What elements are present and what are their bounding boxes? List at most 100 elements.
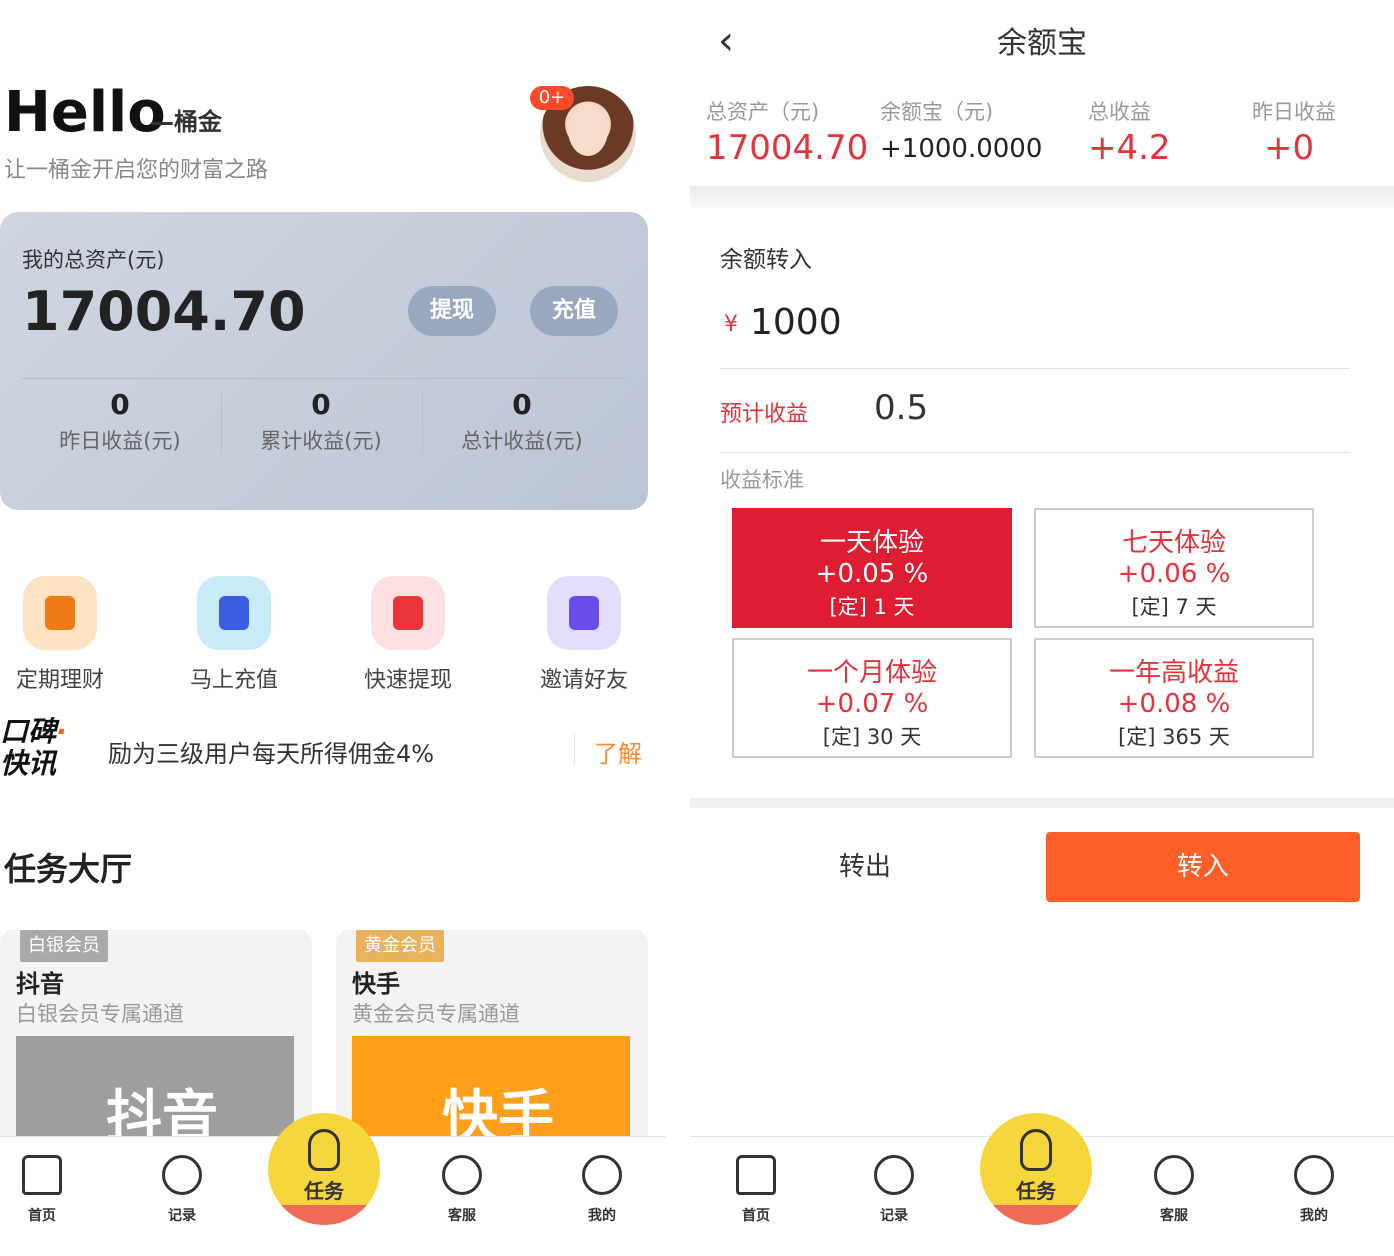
recharge-button[interactable]: 充值 [530, 286, 619, 336]
summary-value: 17004.70 [706, 128, 869, 168]
wave-decoration [980, 1205, 1092, 1225]
plan-rate: +0.07 % [815, 689, 929, 719]
plan-option[interactable]: 一天体验 +0.05 % [定] 1 天 [732, 508, 1012, 628]
quick-invite[interactable]: 邀请好友 [514, 576, 654, 694]
plan-option[interactable]: 一年高收益 +0.08 % [定] 365 天 [1034, 638, 1314, 758]
records-icon [874, 1155, 914, 1195]
task-desc: 黄金会员专属通道 [352, 1002, 520, 1026]
wallet-icon [547, 576, 621, 650]
nav-service[interactable]: 客服 [422, 1155, 502, 1225]
summary-label: 总收益 [1088, 100, 1151, 124]
back-chevron-icon[interactable]: ‹ [718, 18, 734, 64]
plan-rate: +0.05 % [815, 559, 929, 589]
nav-label: 我的 [588, 1208, 616, 1224]
section-shade [690, 798, 1394, 808]
nav-label: 首页 [742, 1208, 770, 1224]
records-icon [162, 1155, 202, 1195]
quick-label: 邀请好友 [539, 668, 628, 693]
section-title: 任务大厅 [4, 850, 133, 888]
stat-label: 昨日收益(元) [59, 429, 181, 453]
task-desc: 白银会员专属通道 [16, 1002, 184, 1026]
news-more-link[interactable]: 了解 [594, 734, 642, 769]
withdraw-button[interactable]: 提现 [408, 286, 497, 336]
transfer-in-label: 余额转入 [720, 247, 812, 273]
member-tag: 黄金会员 [356, 930, 444, 962]
tagline: 让一桶金开启您的财富之路 [4, 158, 269, 183]
news-logo-line1: 口碑 [0, 715, 57, 748]
briefcase-icon [23, 576, 97, 650]
nav-task[interactable]: 任务 [268, 1113, 380, 1225]
summary-yesterday-income: 昨日收益 +0 [1252, 96, 1336, 168]
estimate-label: 预计收益 [720, 402, 809, 427]
bottom-nav: 首页 记录 任务 客服 我的 [690, 1113, 1394, 1256]
nav-task[interactable]: 任务 [980, 1113, 1092, 1225]
home-icon [22, 1155, 62, 1195]
quick-label: 快速提现 [363, 668, 452, 693]
section-shade [690, 186, 1394, 208]
plan-duration: [定] 7 天 [1131, 595, 1217, 619]
nav-label: 客服 [1160, 1208, 1188, 1224]
plan-rate: +0.06 % [1117, 559, 1231, 589]
quick-recharge[interactable]: 马上充值 [164, 576, 304, 694]
input-underline [720, 368, 1350, 369]
news-logo-line2: 快讯 [0, 747, 57, 780]
hand-pointer-icon [308, 1129, 340, 1171]
stat-value: 0 [311, 388, 331, 421]
plan-title: 一年高收益 [1108, 658, 1239, 688]
nav-label: 记录 [168, 1208, 196, 1224]
avatar-face [568, 104, 608, 156]
task-name: 抖音 [16, 970, 64, 998]
plan-rate: +0.08 % [1117, 689, 1231, 719]
wave-decoration [268, 1205, 380, 1225]
nav-label: 客服 [448, 1208, 476, 1224]
page-title: 余额宝 [997, 26, 1087, 61]
nav-label: 任务 [304, 1179, 344, 1203]
greeting-suffix: —桶金 [150, 108, 222, 136]
quick-label: 定期理财 [15, 668, 104, 693]
plan-title: 一天体验 [819, 528, 924, 558]
amount-input[interactable]: 1000 [750, 302, 842, 343]
glyph [45, 596, 75, 630]
glyph [569, 596, 599, 630]
stat-value: 0 [110, 388, 130, 421]
stat-label: 总计收益(元) [461, 429, 583, 453]
hand-pointer-icon [1020, 1129, 1052, 1171]
nav-mine[interactable]: 我的 [562, 1155, 642, 1225]
stat-label: 累计收益(元) [260, 429, 382, 453]
plan-option[interactable]: 一个月体验 +0.07 % [定] 30 天 [732, 638, 1012, 758]
nav-home[interactable]: 首页 [2, 1155, 82, 1225]
task-card-douyin[interactable]: 白银会员 抖音 白银会员专属通道 抖音 [0, 930, 312, 1160]
summary-label: 昨日收益 [1252, 100, 1336, 124]
transfer-in-button[interactable]: 转入 [1046, 832, 1360, 902]
plan-duration: [定] 1 天 [829, 595, 915, 619]
plan-duration: [定] 30 天 [822, 725, 922, 749]
nav-records[interactable]: 记录 [142, 1155, 222, 1225]
home-screen: Hello —桶金 让一桶金开启您的财富之路 0+ 我的总资产(元) 17004… [0, 0, 666, 1256]
member-tag: 白银会员 [20, 930, 108, 962]
nav-home[interactable]: 首页 [716, 1155, 796, 1225]
news-ticker[interactable]: 励为三级用户每天所得佣金4% [108, 734, 434, 769]
chat-icon [1154, 1155, 1194, 1195]
stat-total: 0 总计收益(元) [422, 388, 622, 455]
plan-option[interactable]: 七天体验 +0.06 % [定] 7 天 [1034, 508, 1314, 628]
news-logo: 口碑· 快讯 [0, 716, 67, 780]
task-card-kuaishou[interactable]: 黄金会员 快手 黄金会员专属通道 快手 [336, 930, 648, 1160]
nav-label: 任务 [1016, 1179, 1056, 1203]
nav-service[interactable]: 客服 [1134, 1155, 1214, 1225]
news-logo-dot: · [56, 715, 67, 748]
plan-title: 七天体验 [1121, 528, 1226, 558]
nav-mine[interactable]: 我的 [1274, 1155, 1354, 1225]
quick-withdraw[interactable]: 快速提现 [338, 576, 478, 694]
quick-fixed-finance[interactable]: 定期理财 [0, 576, 130, 694]
card-divider [22, 378, 626, 379]
screen-divider [666, 0, 690, 1256]
quick-label: 马上充值 [189, 668, 278, 693]
glyph [393, 596, 423, 630]
transfer-out-button[interactable]: 转出 [710, 834, 1020, 900]
summary-balance: 余额宝（元) +1000.0000 [880, 96, 1042, 164]
user-icon [197, 576, 271, 650]
nav-records[interactable]: 记录 [854, 1155, 934, 1225]
nav-label: 首页 [28, 1208, 56, 1224]
summary-label: 总资产（元) [706, 100, 820, 124]
task-name: 快手 [352, 970, 400, 998]
